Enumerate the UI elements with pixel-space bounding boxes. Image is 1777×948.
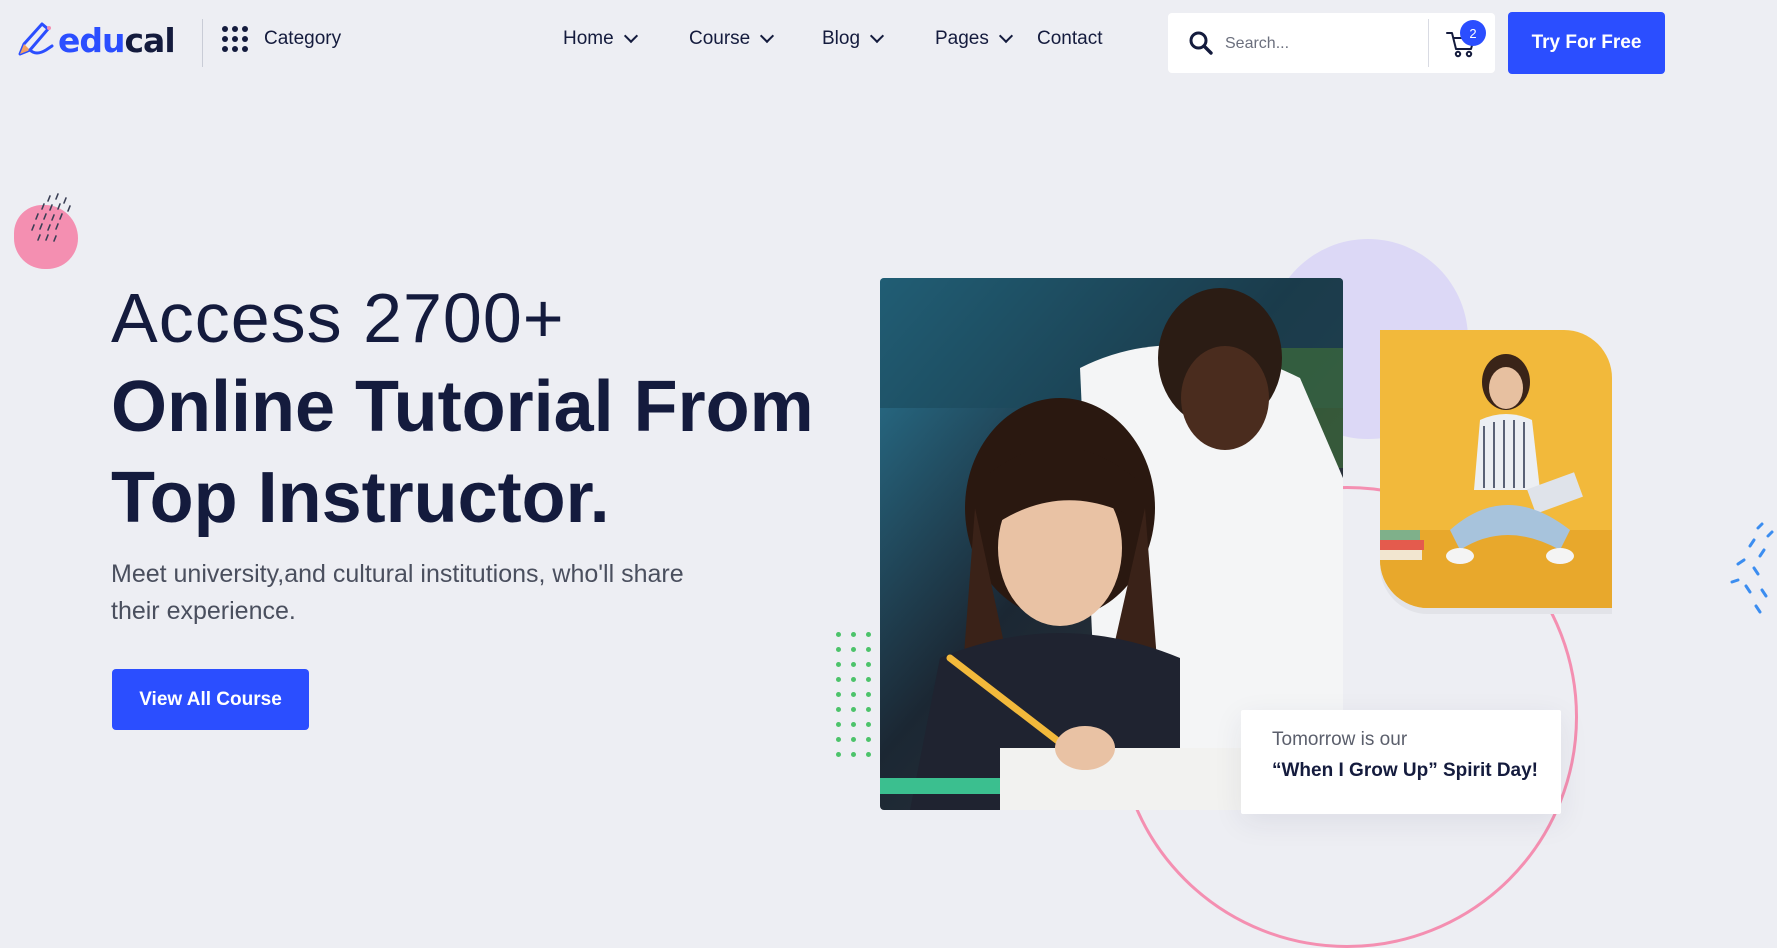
chevron-down-icon bbox=[998, 28, 1013, 44]
view-all-course-button[interactable]: View All Course bbox=[112, 669, 309, 730]
chevron-down-icon bbox=[623, 28, 638, 44]
blue-dashes-decoration bbox=[1730, 522, 1774, 614]
nav-item-label: Blog bbox=[822, 28, 861, 49]
pencil-logo-icon bbox=[16, 20, 56, 60]
brand-logo[interactable]: educal bbox=[16, 18, 176, 62]
nav-item-contact[interactable]: Contact bbox=[1037, 28, 1102, 50]
hero-title-line3: Top Instructor. bbox=[111, 458, 610, 538]
search-divider bbox=[1428, 19, 1429, 67]
chevron-down-icon bbox=[869, 28, 885, 44]
nav-item-label: Course bbox=[689, 28, 751, 49]
cart-count-badge: 2 bbox=[1460, 20, 1486, 46]
chevron-down-icon bbox=[760, 28, 775, 44]
girl-thinking-photo bbox=[1380, 330, 1612, 608]
header-divider bbox=[202, 19, 203, 67]
search-icon[interactable] bbox=[1188, 30, 1214, 56]
brand-name-edu: edu bbox=[58, 20, 125, 60]
search-input[interactable] bbox=[1223, 28, 1387, 60]
quote-card-subtitle: Tomorrow is our bbox=[1272, 729, 1408, 750]
hero-title-line1: Access 2700+ bbox=[111, 279, 565, 357]
category-label: Category bbox=[264, 28, 342, 49]
scribble-decoration bbox=[31, 193, 71, 242]
category-menu[interactable]: Category bbox=[222, 26, 341, 52]
nav-item-pages[interactable]: Pages bbox=[935, 28, 1013, 50]
brand-name-cal: cal bbox=[124, 20, 176, 60]
green-dots-decoration bbox=[836, 632, 871, 757]
nav-item-label: Pages bbox=[935, 28, 989, 49]
try-for-free-button[interactable]: Try For Free bbox=[1508, 12, 1665, 74]
hero-description: Meet university,and cultural institution… bbox=[111, 560, 684, 625]
nav-item-home[interactable]: Home bbox=[563, 28, 638, 50]
nav-item-blog[interactable]: Blog bbox=[822, 28, 885, 50]
search-box: 2 bbox=[1168, 13, 1495, 73]
quote-card: Tomorrow is our “When I Grow Up” Spirit … bbox=[1241, 710, 1561, 814]
nav-item-label: Contact bbox=[1037, 28, 1103, 49]
grid-dots-icon bbox=[222, 26, 248, 52]
nav-item-course[interactable]: Course bbox=[689, 28, 775, 50]
hero-title-line2: Online Tutorial From bbox=[111, 367, 814, 447]
quote-card-title: “When I Grow Up” Spirit Day! bbox=[1272, 760, 1539, 781]
nav-item-label: Home bbox=[563, 28, 614, 49]
